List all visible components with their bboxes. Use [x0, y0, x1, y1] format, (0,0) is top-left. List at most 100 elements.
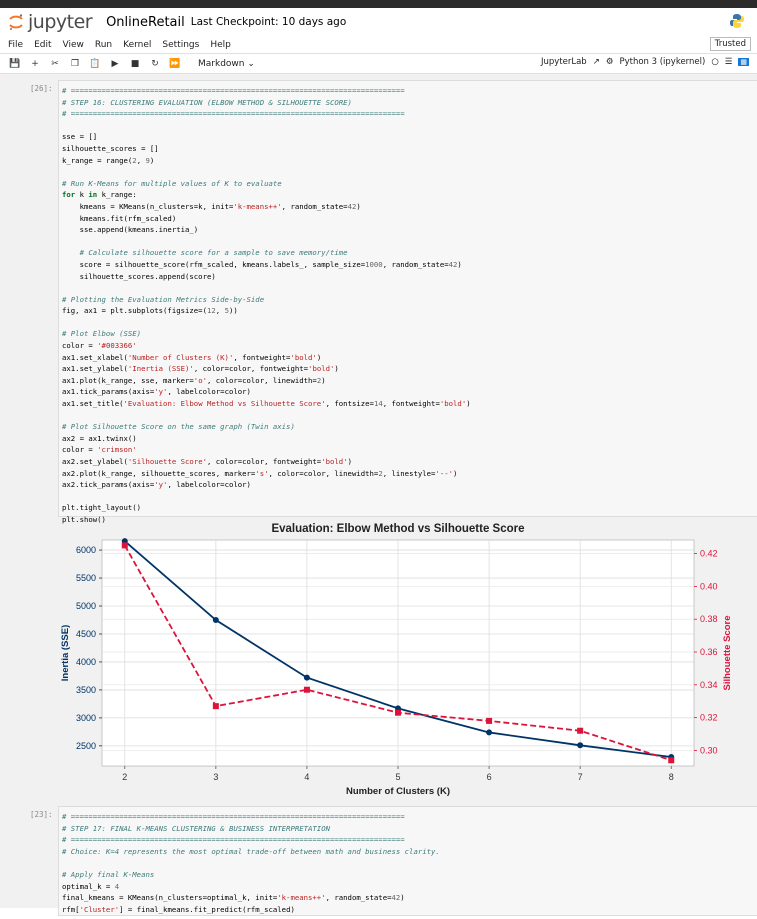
gear-icon[interactable]: ⚙ — [606, 57, 614, 67]
jupyter-logo[interactable]: jupyter — [8, 11, 93, 33]
series-point — [303, 674, 310, 681]
code-editor-2[interactable]: # ======================================… — [59, 807, 757, 919]
code2-line: # ======================================… — [62, 835, 405, 845]
run-icon[interactable]: ▶ — [108, 59, 122, 69]
paste-icon[interactable]: 📋 — [88, 59, 102, 69]
code-line: ax2.set_ylabel('Silhouette Score', color… — [62, 457, 352, 466]
jupyterlab-link[interactable]: JupyterLab — [541, 57, 587, 67]
x-tick-label: 8 — [669, 772, 674, 782]
code-line: color = '#003366' — [62, 341, 137, 351]
notebook-settings-icon[interactable]: ▦ — [738, 58, 749, 66]
menu-help[interactable]: Help — [210, 40, 231, 50]
code2-line: # ======================================… — [62, 812, 405, 821]
restart-icon[interactable]: ↻ — [148, 59, 162, 69]
x-tick-label: 6 — [487, 772, 492, 782]
code2-line: rfm['Cluster'] = final_kmeans.fit_predic… — [62, 904, 295, 914]
save-icon[interactable]: 💾 — [8, 59, 22, 69]
code-line: ax1.plot(k_range, sse, marker='o', color… — [62, 375, 326, 385]
menu-run[interactable]: Run — [95, 40, 112, 50]
code-line: plt.tight_layout() — [62, 503, 142, 513]
jupyter-logo-icon — [9, 14, 23, 30]
chevron-down-icon: ⌄ — [247, 58, 255, 69]
code-line: ax2.tick_params(axis='y', labelcolor=col… — [62, 480, 251, 490]
stop-icon[interactable]: ■ — [128, 59, 142, 69]
code2-line: optimal_k = 4 — [62, 881, 120, 891]
code-line: # Calculate silhouette score for a sampl… — [79, 248, 348, 258]
notebook-name[interactable]: OnlineRetail — [106, 15, 185, 30]
y-axis-label: Inertia (SSE) — [60, 625, 71, 682]
series-point — [577, 742, 584, 749]
x-tick-label: 5 — [395, 772, 400, 782]
y2-tick-label: 0.42 — [700, 549, 718, 559]
code-line: ax2.plot(k_range, silhouette_scores, mar… — [62, 468, 458, 478]
code-cell-2[interactable]: # ======================================… — [58, 806, 757, 916]
menu-kernel[interactable]: Kernel — [123, 40, 151, 50]
cell-prompt-2: [23]: — [30, 810, 53, 819]
x-axis-label: Number of Clusters (K) — [346, 786, 450, 797]
code2-line — [62, 857, 757, 869]
series-point — [121, 542, 128, 549]
code-line: # ======================================… — [62, 109, 405, 119]
menu-icon[interactable]: ☰ — [725, 57, 733, 67]
fast-forward-icon[interactable]: ⏩ — [168, 59, 182, 69]
series-point — [668, 757, 675, 764]
browser-top-strip — [0, 0, 757, 8]
series-point — [486, 717, 493, 724]
code-cell[interactable]: # ======================================… — [58, 80, 757, 524]
x-tick-label: 4 — [304, 772, 309, 782]
code2-line: # STEP 17: FINAL K-MEANS CLUSTERING & BU… — [62, 823, 330, 833]
notebook-area: [26]: # ================================… — [0, 74, 757, 916]
kernel-name[interactable]: Python 3 (ipykernel) — [619, 57, 705, 67]
notebook-toolbar: 💾 + ✂ ❐ 📋 ▶ ■ ↻ ⏩ Markdown ⌄ JupyterLab … — [0, 54, 757, 74]
code-line: k_range = range(2, 9) — [62, 155, 155, 165]
cell-type-value: Markdown — [198, 58, 245, 69]
y-tick-label: 5500 — [76, 573, 96, 583]
code-line: # Run K-Means for multiple values of K t… — [62, 178, 282, 188]
code-line: sse = [] — [62, 132, 98, 142]
x-tick-label: 7 — [578, 772, 583, 782]
elbow-silhouette-chart: 2 3 4 5 6 7 8 2500 3000 3500 4000 4500 5000 5500 6000 0… — [60, 523, 733, 797]
copy-icon[interactable]: ❐ — [68, 59, 82, 69]
y-tick-label: 5000 — [76, 601, 96, 611]
trusted-badge[interactable]: Trusted — [709, 37, 751, 51]
code2-line: # Choice: K=4 represents the most optima… — [62, 846, 440, 856]
toolbar-right: JupyterLab ↗ ⚙ Python 3 (ipykernel) ○ ☰ … — [541, 57, 749, 67]
y-tick-label: 4000 — [76, 657, 96, 667]
code-line: silhouette_scores = [] — [62, 143, 159, 153]
cell-prompt: [26]: — [30, 84, 53, 93]
menu-view[interactable]: View — [63, 40, 84, 50]
code-line: color = 'crimson' — [62, 445, 137, 455]
menu-file[interactable]: File — [8, 40, 23, 50]
external-link-icon: ↗ — [592, 57, 600, 67]
y-tick-label: 6000 — [76, 545, 96, 555]
add-cell-icon[interactable]: + — [28, 59, 42, 69]
cell-type-select[interactable]: Markdown ⌄ — [198, 59, 255, 69]
code-line: sse.append(kmeans.inertia_) — [62, 225, 199, 235]
code2-line: final_kmeans = KMeans(n_clusters=optimal… — [62, 893, 405, 903]
code-editor[interactable]: # ======================================… — [59, 81, 757, 530]
y-tick-label: 3500 — [76, 685, 96, 695]
notebook-header: jupyter OnlineRetail Last Checkpoint: 10… — [0, 8, 757, 36]
menu-settings[interactable]: Settings — [162, 40, 199, 50]
y2-tick-label: 0.32 — [700, 713, 718, 723]
checkpoint-status: Last Checkpoint: 10 days ago — [190, 16, 347, 28]
series-point — [486, 729, 493, 736]
code-line: score = silhouette_score(rfm_scaled, kme… — [62, 259, 462, 269]
series-point — [212, 616, 219, 623]
code-line: # Plot Silhouette Score on the same grap… — [62, 422, 295, 432]
code-line: kmeans = KMeans(n_clusters=k, init='k-me… — [62, 201, 361, 211]
series-point — [303, 686, 310, 693]
series-point — [395, 709, 401, 716]
menu-bar: File Edit View Run Kernel Settings Help … — [0, 36, 757, 54]
cut-icon[interactable]: ✂ — [48, 59, 62, 69]
y2-tick-label: 0.30 — [700, 745, 718, 755]
menu-edit[interactable]: Edit — [34, 40, 51, 50]
code-line: # STEP 16: CLUSTERING EVALUATION (ELBOW … — [62, 97, 352, 107]
code-line: ax1.set_title('Evaluation: Elbow Method … — [62, 399, 471, 409]
y-tick-label: 4500 — [76, 629, 96, 639]
